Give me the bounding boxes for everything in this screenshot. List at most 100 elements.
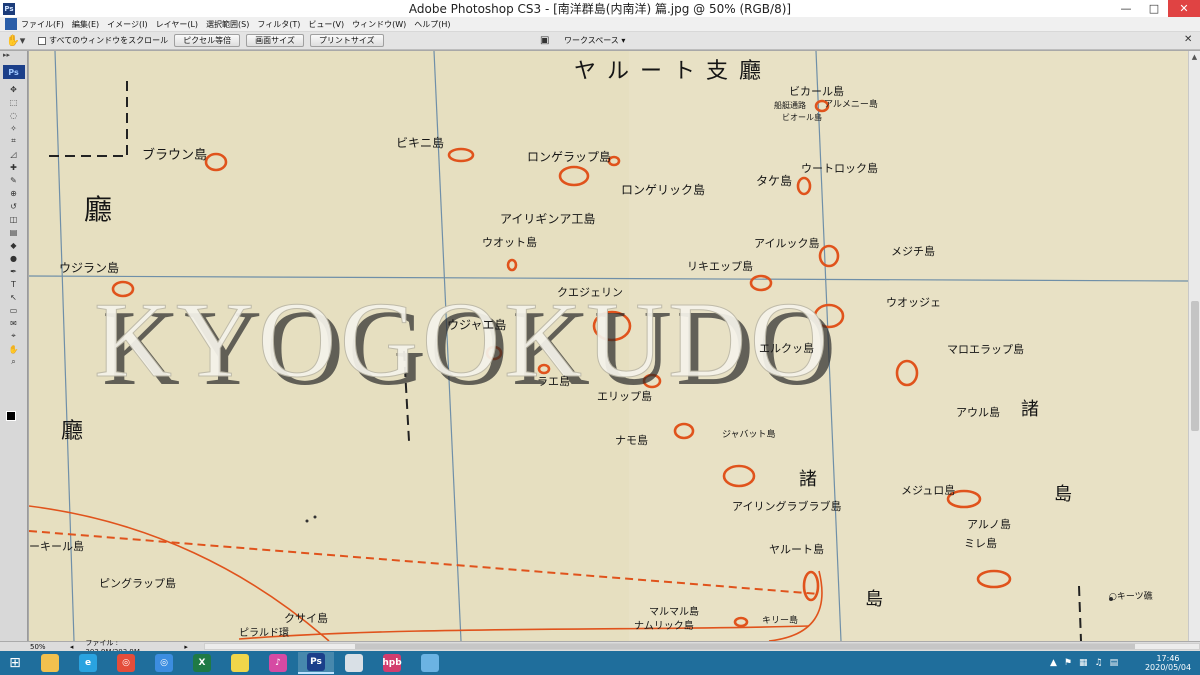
blur-icon[interactable]: ◆ xyxy=(5,239,23,251)
menu-window[interactable]: ウィンドウ(W) xyxy=(352,19,406,30)
lasso-icon[interactable]: ◌ xyxy=(5,109,23,121)
taskbar-excel-button[interactable]: X xyxy=(184,652,220,674)
horizontal-scroll-thumb[interactable] xyxy=(354,644,1135,649)
slice-icon[interactable]: ◿ xyxy=(5,148,23,160)
tools-panel: ▸▸ Ps ✥ ⬚ ◌ ✧ ⌗ ◿ ✚ ✎ ⊕ ↺ ◫ ▤ ◆ ● ✒ T ↖ ▭ ✉ ⌖ ✋ ⌕ xyxy=(0,51,28,641)
system-clock[interactable]: 17:46 2020/05/04 xyxy=(1140,654,1196,672)
ie-icon: e xyxy=(79,654,97,672)
taskbar-itunes-button[interactable]: ♪ xyxy=(260,652,296,674)
taskbar-paint-button[interactable] xyxy=(336,652,372,674)
document-canvas[interactable]: KYOGOKUDO KYOGOKUDO ヤ ル ー ト 支 廳 廳 廳 諸 島 … xyxy=(29,51,1188,641)
menu-layer[interactable]: レイヤー(L) xyxy=(156,19,198,30)
taskbar-hpb-button[interactable]: hpb xyxy=(374,652,410,674)
taskbar-ie-button[interactable]: e xyxy=(70,652,106,674)
map-label-cho: 廳 xyxy=(84,193,113,226)
print-size-button[interactable]: プリントサイズ xyxy=(309,34,384,47)
clock-time: 17:46 xyxy=(1156,654,1180,663)
hand-icon[interactable]: ✋ xyxy=(5,343,23,355)
fit-screen-button[interactable]: 画面サイズ xyxy=(246,34,304,47)
vertical-scroll-thumb[interactable] xyxy=(1191,301,1199,431)
map-label-island: ヤルート島 xyxy=(769,543,824,556)
dodge-icon[interactable]: ● xyxy=(5,252,23,264)
chrome-alt-icon: ◎ xyxy=(155,654,173,672)
map-label-island: アルメニー島 xyxy=(824,100,878,110)
gradient-icon[interactable]: ▤ xyxy=(5,226,23,238)
map-label-island: クサイ島 xyxy=(284,612,328,625)
status-bar: 50% ◂ ファイル : 303.9M/303.9M ▸ xyxy=(0,639,1200,656)
move-icon[interactable]: ✥ xyxy=(5,83,23,95)
panel-grip[interactable]: ▸▸ xyxy=(0,51,27,65)
crop-icon[interactable]: ⌗ xyxy=(5,135,23,147)
document-menu-icon[interactable] xyxy=(5,18,17,30)
taskbar-chrome-alt-button[interactable]: ◎ xyxy=(146,652,182,674)
eraser-icon[interactable]: ◫ xyxy=(5,213,23,225)
menu-select[interactable]: 選択範囲(S) xyxy=(206,19,249,30)
tray-volume-icon[interactable]: ♫ xyxy=(1095,658,1103,668)
type-icon[interactable]: T xyxy=(5,278,23,290)
zoom-icon[interactable]: ⌕ xyxy=(5,356,23,368)
scroll-all-windows-checkbox[interactable]: すべてのウィンドウをスクロール xyxy=(38,35,168,46)
taskbar-app-button[interactable] xyxy=(412,652,448,674)
menu-filter[interactable]: フィルタ(T) xyxy=(257,19,300,30)
start-button[interactable]: ⊞ xyxy=(0,651,30,675)
magic-wand-icon[interactable]: ✧ xyxy=(5,122,23,134)
path-select-icon[interactable]: ↖ xyxy=(5,291,23,303)
stamp-icon[interactable]: ⊕ xyxy=(5,187,23,199)
ps-badge-icon[interactable]: Ps xyxy=(2,65,25,79)
map-label-island: キリー島 xyxy=(762,616,799,626)
taskbar-chrome-button[interactable]: ◎ xyxy=(108,652,144,674)
workspace-icon[interactable]: ▣ xyxy=(540,35,554,46)
close-button[interactable]: ✕ xyxy=(1168,0,1200,17)
map-label-island: ウオッジェ xyxy=(886,296,941,309)
maximize-button[interactable]: □ xyxy=(1140,0,1168,17)
brush-icon[interactable]: ✎ xyxy=(5,174,23,186)
window-title: Adobe Photoshop CS3 - [南洋群島(内南洋) 篇.jpg @… xyxy=(408,2,792,16)
minimize-button[interactable]: — xyxy=(1112,0,1140,17)
map-label-island: ビキニ島 xyxy=(396,136,445,150)
foreground-color-swatch[interactable] xyxy=(6,411,16,421)
map-label-island: ○キーツ礁 xyxy=(1109,592,1153,602)
status-menu-arrow-icon[interactable]: ◂ xyxy=(70,643,74,651)
horizontal-scrollbar[interactable] xyxy=(203,643,1200,650)
healing-icon[interactable]: ✚ xyxy=(5,161,23,173)
taskbar-photoshop-button[interactable]: Ps xyxy=(298,652,334,674)
tray-up-arrow-icon[interactable]: ▲ xyxy=(1050,658,1057,668)
system-tray: ▲ ⚑ ▦ ♫ ▤ xyxy=(1050,651,1125,675)
zoom-level-field[interactable]: 50% xyxy=(30,643,60,651)
marquee-icon[interactable]: ⬚ xyxy=(5,96,23,108)
map-label-island: メジチ島 xyxy=(891,245,935,258)
map-label-island: ジャバット島 xyxy=(722,430,776,440)
map-label-shotou: 諸 xyxy=(799,469,817,490)
hpb-icon: hpb xyxy=(382,654,402,672)
scroll-up-arrow-icon[interactable]: ▲ xyxy=(1189,51,1200,63)
map-label-island: ビカール島 xyxy=(789,85,844,98)
hand-tool-preset-icon[interactable]: ✋▾ xyxy=(6,34,26,48)
map-label-island: ウートロック島 xyxy=(801,162,878,175)
notes-icon[interactable]: ✉ xyxy=(5,317,23,329)
eyedropper-icon[interactable]: ⌖ xyxy=(5,330,23,342)
menu-view[interactable]: ビュー(V) xyxy=(308,19,344,30)
tray-flag-icon[interactable]: ⚑ xyxy=(1064,658,1072,668)
pen-icon[interactable]: ✒ xyxy=(5,265,23,277)
menu-edit[interactable]: 編集(E) xyxy=(72,19,99,30)
map-label-island: アウル島 xyxy=(956,406,1000,419)
menu-image[interactable]: イメージ(I) xyxy=(107,19,147,30)
status-next-arrow-icon[interactable]: ▸ xyxy=(184,643,188,651)
map-label-island: ナモ島 xyxy=(615,434,648,447)
taskbar-photos-button[interactable] xyxy=(222,652,258,674)
map-label-shotou: 島 xyxy=(1054,484,1072,505)
workspace-menu[interactable]: ワークスペース ▾ xyxy=(564,35,625,46)
checkbox-box[interactable] xyxy=(38,36,46,45)
chrome-icon: ◎ xyxy=(117,654,135,672)
shape-icon[interactable]: ▭ xyxy=(5,304,23,316)
vertical-scrollbar[interactable]: ▲ xyxy=(1188,51,1200,641)
taskbar-explorer-button[interactable] xyxy=(32,652,68,674)
menu-help[interactable]: ヘルプ(H) xyxy=(414,19,450,30)
tray-ime-icon[interactable]: ▤ xyxy=(1110,658,1119,668)
history-brush-icon[interactable]: ↺ xyxy=(5,200,23,212)
actual-pixels-button[interactable]: ピクセル等倍 xyxy=(174,34,241,47)
map-label-shotou: 島 xyxy=(865,589,883,610)
menu-file[interactable]: ファイル(F) xyxy=(21,19,64,30)
options-close-icon[interactable]: ✕ xyxy=(1184,34,1192,45)
tray-network-icon[interactable]: ▦ xyxy=(1079,658,1088,668)
